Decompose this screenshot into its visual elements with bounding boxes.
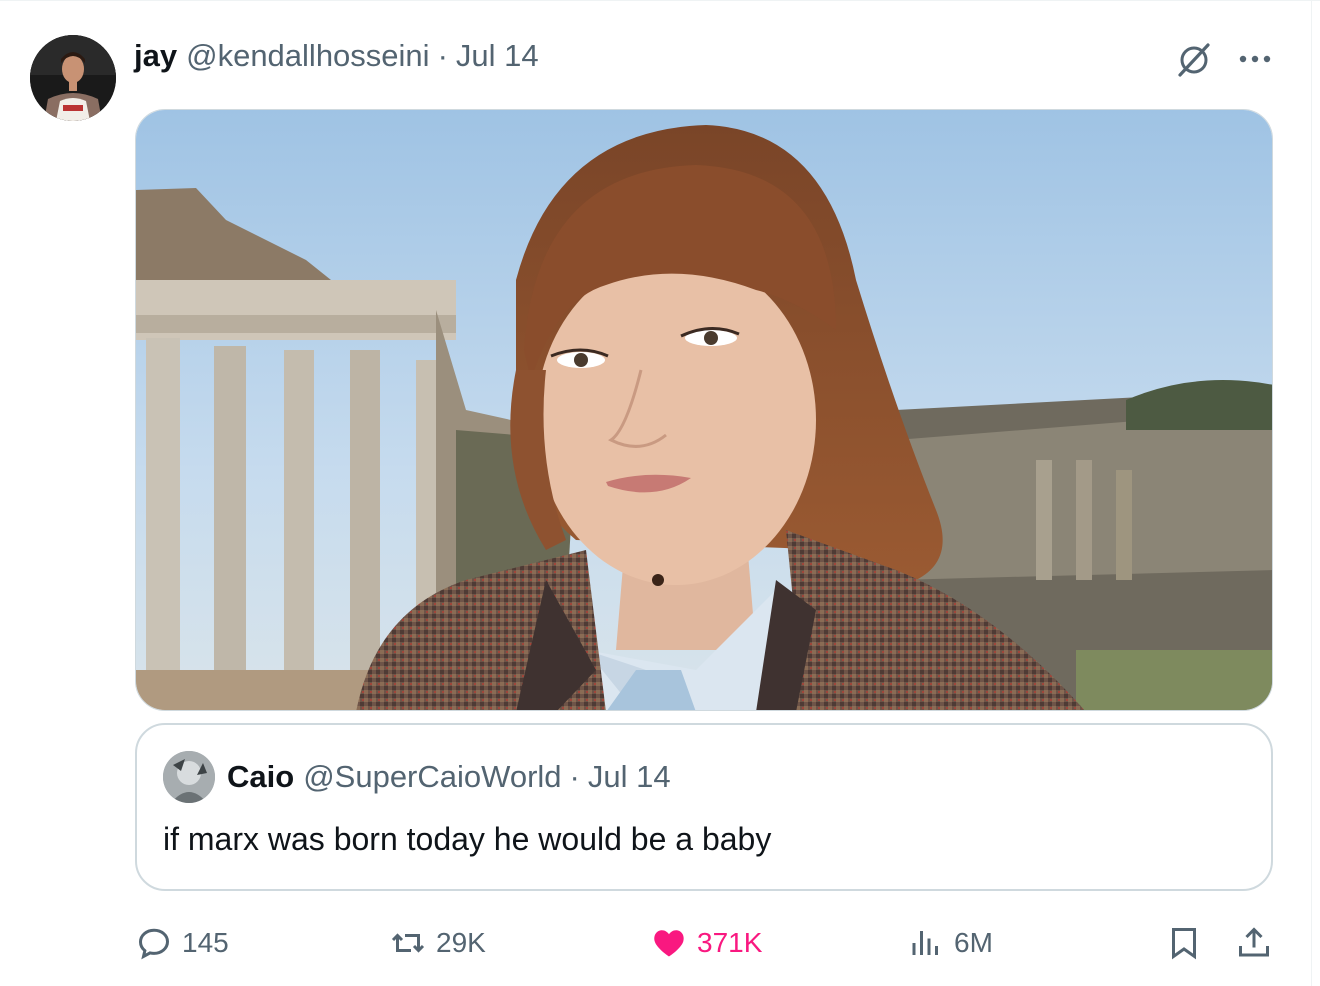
grok-icon[interactable] — [1174, 39, 1214, 79]
bookmark-icon — [1172, 928, 1196, 960]
reply-button[interactable]: 145 — [136, 921, 229, 965]
column-divider — [1311, 1, 1312, 986]
quoted-header: Caio @SuperCaioWorld · Jul 14 — [227, 755, 671, 799]
photo-image — [136, 110, 1272, 710]
share-button[interactable] — [1236, 921, 1272, 965]
quoted-date[interactable]: Jul 14 — [588, 759, 671, 795]
tweet-date[interactable]: Jul 14 — [456, 38, 539, 74]
retweet-button[interactable]: 29K — [390, 921, 486, 965]
view-count: 6M — [954, 927, 993, 958]
retweet-count: 29K — [436, 927, 486, 958]
heart-filled-icon — [654, 930, 684, 957]
like-count: 371K — [697, 927, 763, 958]
quoted-author-avatar[interactable] — [163, 751, 215, 803]
more-horizontal-icon[interactable] — [1235, 39, 1275, 79]
retweet-icon — [391, 933, 425, 953]
quoted-author-name[interactable]: Caio — [227, 759, 294, 795]
tweet-card: jay @kendallhosseini · Jul 14 Caio @Supe… — [0, 0, 1320, 986]
avatar-image — [30, 35, 116, 121]
reply-count: 145 — [182, 927, 229, 958]
tweet-media-photo[interactable] — [135, 109, 1273, 711]
action-bar: 145 29K 371K 6M — [0, 921, 1320, 965]
quoted-avatar-image — [163, 751, 215, 803]
quoted-text: if marx was born today he would be a bab… — [163, 821, 772, 857]
author-name[interactable]: jay — [134, 38, 177, 74]
separator-dot: · — [437, 38, 448, 73]
like-button[interactable]: 371K — [651, 921, 762, 965]
reply-icon — [138, 928, 170, 960]
share-icon — [1239, 927, 1269, 957]
quoted-separator-dot: · — [569, 759, 580, 794]
views-chart-icon — [912, 931, 938, 955]
quoted-author-handle[interactable]: @SuperCaioWorld — [303, 759, 561, 795]
quoted-tweet[interactable]: Caio @SuperCaioWorld · Jul 14 if marx wa… — [135, 723, 1273, 891]
tweet-header: jay @kendallhosseini · Jul 14 — [134, 33, 539, 79]
author-handle[interactable]: @kendallhosseini — [186, 38, 429, 74]
bookmark-button[interactable] — [1166, 921, 1202, 965]
author-avatar[interactable] — [30, 35, 116, 121]
views-button[interactable]: 6M — [908, 921, 993, 965]
